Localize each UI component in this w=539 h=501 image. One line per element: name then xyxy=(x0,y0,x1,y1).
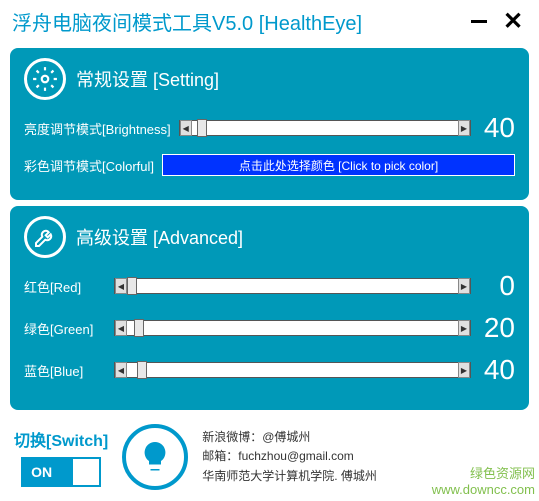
advanced-header: 高级设置 [Advanced] xyxy=(24,216,515,258)
window-title: 浮舟电脑夜间模式工具V5.0 [HealthEye] xyxy=(12,7,459,36)
credit-school: 华南师范大学计算机学院. 傅城州 xyxy=(202,467,377,486)
color-picker-button[interactable]: 点击此处选择颜色 [Click to pick color] xyxy=(162,154,515,176)
red-slider[interactable]: ◀ ▶ xyxy=(114,278,471,294)
blue-slider[interactable]: ◀ ▶ xyxy=(114,362,471,378)
wrench-icon xyxy=(24,216,66,258)
green-label: 绿色[Green] xyxy=(24,319,106,338)
slider-right-arrow[interactable]: ▶ xyxy=(458,320,470,336)
switch-toggle[interactable]: ON xyxy=(21,457,101,487)
credit-weibo: 新浪微博：@傅城州 xyxy=(202,428,377,447)
minimize-button[interactable] xyxy=(465,7,493,35)
brightness-slider[interactable]: ◀ ▶ xyxy=(179,120,471,136)
slider-right-arrow[interactable]: ▶ xyxy=(458,278,470,294)
footer: 切换[Switch] ON 新浪微博：@傅城州 邮箱：fuchzhou@gmai… xyxy=(0,416,539,498)
setting-title: 常规设置 [Setting] xyxy=(76,66,219,92)
slider-left-arrow[interactable]: ◀ xyxy=(115,278,127,294)
setting-header: 常规设置 [Setting] xyxy=(24,58,515,100)
slider-thumb[interactable] xyxy=(137,361,147,379)
green-value: 20 xyxy=(479,312,515,344)
brightness-value: 40 xyxy=(479,112,515,144)
setting-panel: 常规设置 [Setting] 亮度调节模式[Brightness] ◀ ▶ 40… xyxy=(10,48,529,200)
slider-left-arrow[interactable]: ◀ xyxy=(115,320,127,336)
toggle-knob xyxy=(73,459,99,485)
blue-row: 蓝色[Blue] ◀ ▶ 40 xyxy=(24,354,515,386)
slider-right-arrow[interactable]: ▶ xyxy=(458,362,470,378)
red-row: 红色[Red] ◀ ▶ 0 xyxy=(24,270,515,302)
switch-box: 切换[Switch] ON xyxy=(14,427,108,487)
titlebar: 浮舟电脑夜间模式工具V5.0 [HealthEye] ✕ xyxy=(0,0,539,42)
close-icon: ✕ xyxy=(503,7,523,36)
credits: 新浪微博：@傅城州 邮箱：fuchzhou@gmail.com 华南师范大学计算… xyxy=(202,428,377,486)
slider-track[interactable] xyxy=(192,121,458,135)
green-slider[interactable]: ◀ ▶ xyxy=(114,320,471,336)
slider-left-arrow[interactable]: ◀ xyxy=(115,362,127,378)
brightness-label: 亮度调节模式[Brightness] xyxy=(24,119,171,138)
credit-email: 邮箱：fuchzhou@gmail.com xyxy=(202,447,377,466)
colorful-row: 彩色调节模式[Colorful] 点击此处选择颜色 [Click to pick… xyxy=(24,154,515,176)
switch-label: 切换[Switch] xyxy=(14,427,108,451)
minimize-icon xyxy=(471,20,487,23)
switch-state: ON xyxy=(31,464,52,480)
slider-thumb[interactable] xyxy=(127,277,137,295)
advanced-title: 高级设置 [Advanced] xyxy=(76,224,243,250)
slider-left-arrow[interactable]: ◀ xyxy=(180,120,192,136)
green-row: 绿色[Green] ◀ ▶ 20 xyxy=(24,312,515,344)
slider-track[interactable] xyxy=(127,363,458,377)
blue-value: 40 xyxy=(479,354,515,386)
red-label: 红色[Red] xyxy=(24,277,106,296)
slider-track[interactable] xyxy=(127,279,458,293)
slider-thumb[interactable] xyxy=(197,119,207,137)
gear-icon xyxy=(24,58,66,100)
red-value: 0 xyxy=(479,270,515,302)
advanced-panel: 高级设置 [Advanced] 红色[Red] ◀ ▶ 0 绿色[Green] … xyxy=(10,206,529,410)
blue-label: 蓝色[Blue] xyxy=(24,361,106,380)
brightness-row: 亮度调节模式[Brightness] ◀ ▶ 40 xyxy=(24,112,515,144)
slider-thumb[interactable] xyxy=(134,319,144,337)
close-button[interactable]: ✕ xyxy=(499,7,527,35)
slider-right-arrow[interactable]: ▶ xyxy=(458,120,470,136)
colorful-label: 彩色调节模式[Colorful] xyxy=(24,156,154,175)
slider-track[interactable] xyxy=(127,321,458,335)
bulb-icon xyxy=(122,424,188,490)
